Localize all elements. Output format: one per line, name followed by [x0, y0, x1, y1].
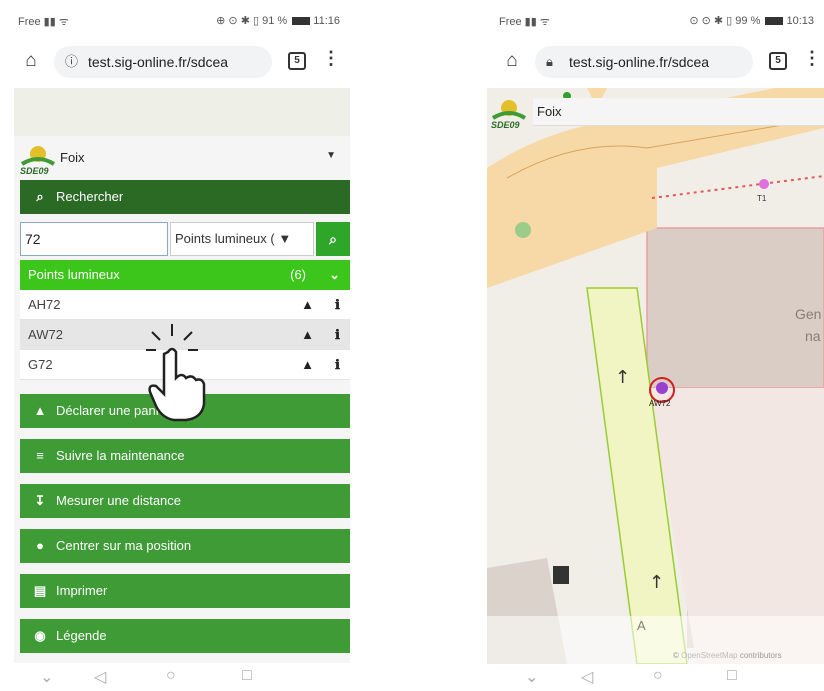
print-icon: ▤ [33, 583, 47, 598]
location-icon: ● [36, 538, 44, 553]
info-icon[interactable]: ℹ [335, 320, 340, 350]
nav-recents-icon[interactable]: □ [242, 667, 252, 685]
button-label: Suivre la maintenance [56, 448, 185, 463]
clock: 10:13 [786, 15, 814, 27]
warning-icon[interactable]: ▲ [301, 290, 314, 320]
map-view[interactable]: ↑ ↑ [487, 88, 824, 664]
map-label-t1: T1 [757, 194, 767, 203]
nav-down-icon[interactable]: ⌄ [525, 667, 538, 687]
map-attribution: © OpenStreetMap contributors [673, 651, 782, 660]
right-phone-screen: Free ▮▮ ᯤ ⊙ ⊙ ✱ ▯ 99 % 10:13 ⌂ 🔒︎ test.s… [487, 0, 824, 691]
list-icon: ≡ [36, 448, 44, 463]
nav-back-icon[interactable]: ◁ [94, 667, 106, 687]
tab-switcher[interactable]: 5 [769, 52, 787, 70]
nav-home-icon[interactable]: ○ [653, 667, 663, 685]
home-icon[interactable]: ⌂ [20, 50, 42, 72]
warning-icon[interactable]: ▲ [301, 350, 314, 380]
place-select[interactable]: Foix [60, 150, 85, 165]
status-icons: ⊙ ⊙ ✱ ▯ 99 % [689, 15, 764, 27]
layer-select-value: Points lumineux ( [175, 231, 275, 246]
attribution-text: contributors [737, 651, 782, 660]
results-count: (6) [290, 267, 306, 282]
svg-text:SDE09: SDE09 [20, 166, 49, 176]
result-row[interactable]: AH72 ▲ ℹ [20, 290, 350, 320]
map-road-label: A [637, 618, 646, 633]
center-position-button[interactable]: ● Centrer sur ma position [20, 529, 350, 563]
browser-bar: ⌂ 🔒︎ test.sig-online.fr/sdcea 5 ⋮ [487, 42, 824, 84]
results-header[interactable]: Points lumineux (6) ⌄ [20, 260, 350, 290]
svg-text:↑: ↑ [615, 367, 630, 388]
result-label: AH72 [28, 297, 61, 312]
status-icons: ⊕ ⊙ ✱ ▯ 91 % [216, 15, 291, 27]
map-canvas[interactable]: ↑ ↑ [487, 88, 824, 664]
url-text: test.sig-online.fr/sdcea [88, 54, 229, 70]
print-button[interactable]: ▤ Imprimer [20, 574, 350, 608]
search-button[interactable]: ⌕ [316, 222, 350, 256]
nav-recents-icon[interactable]: □ [727, 667, 737, 685]
warning-icon[interactable]: ▲ [301, 320, 314, 350]
nav-back-icon[interactable]: ◁ [581, 667, 593, 687]
nav-bar: ⌄ ◁ ○ □ [487, 663, 824, 691]
sde09-logo: SDE09 [491, 100, 527, 130]
results-label: Points lumineux [28, 267, 120, 282]
search-header[interactable]: ⌕ Rechercher [20, 180, 350, 214]
kebab-icon[interactable]: ⋮ [322, 48, 340, 69]
nav-down-icon[interactable]: ⌄ [40, 667, 53, 687]
osm-link[interactable]: OpenStreetMap [681, 651, 737, 660]
button-label: Centrer sur ma position [56, 538, 192, 553]
button-label: Légende [56, 628, 107, 643]
browser-bar: ⌂ ⓘ test.sig-online.fr/sdcea 5 ⋮ [6, 42, 350, 84]
result-label: G72 [28, 357, 53, 372]
tab-switcher[interactable]: 5 [288, 52, 306, 70]
left-phone-screen: Free ▮▮ ᯤ ⊕ ⊙ ✱ ▯ 91 % 11:16 ⌂ ⓘ test.si… [6, 0, 350, 691]
info-icon[interactable]: ⓘ [65, 46, 78, 78]
chevron-down-icon[interactable]: ⌄ [329, 260, 340, 290]
address-bar[interactable]: 🔒︎ test.sig-online.fr/sdcea [535, 46, 753, 78]
carrier-label: Free [499, 16, 522, 28]
measure-distance-button[interactable]: ↧ Mesurer une distance [20, 484, 350, 518]
map-label-na: na [805, 328, 821, 344]
url-text: test.sig-online.fr/sdcea [569, 54, 710, 70]
info-icon[interactable]: ℹ [335, 350, 340, 380]
map-label-gen: Gen [795, 306, 822, 322]
map-label-aw72[interactable]: AW72 [649, 399, 671, 408]
pin-icon: ↧ [34, 493, 46, 508]
result-label: AW72 [28, 327, 63, 342]
address-bar[interactable]: ⓘ test.sig-online.fr/sdcea [54, 46, 272, 78]
search-icon: ⌕ [36, 189, 44, 204]
sde09-logo: SDE09 [20, 146, 56, 176]
hand-cursor-icon [146, 324, 206, 422]
caret-down-icon[interactable]: ▼ [326, 150, 336, 161]
search-header-label: Rechercher [56, 189, 124, 204]
lock-icon[interactable]: 🔒︎ [546, 46, 553, 78]
search-input[interactable]: 72 [20, 222, 168, 256]
carrier-label: Free [18, 16, 41, 28]
tree [515, 222, 531, 238]
svg-text:SDE09: SDE09 [491, 120, 520, 130]
layer-select[interactable]: Points lumineux ( ▼ [170, 222, 314, 256]
nav-home-icon[interactable]: ○ [166, 667, 176, 685]
button-label: Imprimer [56, 583, 108, 598]
map-strip[interactable] [14, 88, 350, 136]
clock: 11:16 [313, 15, 340, 27]
legend-icon: ◉ [34, 628, 46, 643]
home-icon[interactable]: ⌂ [501, 50, 523, 72]
status-bar: Free ▮▮ ᯤ ⊕ ⊙ ✱ ▯ 91 % 11:16 [18, 15, 340, 28]
place-select[interactable]: Foix [533, 98, 824, 126]
nav-bar: ⌄ ◁ ○ □ [6, 663, 350, 691]
svg-text:↑: ↑ [649, 572, 664, 593]
kebab-icon[interactable]: ⋮ [803, 48, 821, 69]
legend-button[interactable]: ◉ Légende [20, 619, 350, 653]
warning-icon: ▲ [33, 403, 47, 418]
status-bar: Free ▮▮ ᯤ ⊙ ⊙ ✱ ▯ 99 % 10:13 [499, 15, 814, 28]
button-label: Mesurer une distance [56, 493, 182, 508]
info-icon[interactable]: ℹ [335, 290, 340, 320]
maintenance-button[interactable]: ≡ Suivre la maintenance [20, 439, 350, 473]
